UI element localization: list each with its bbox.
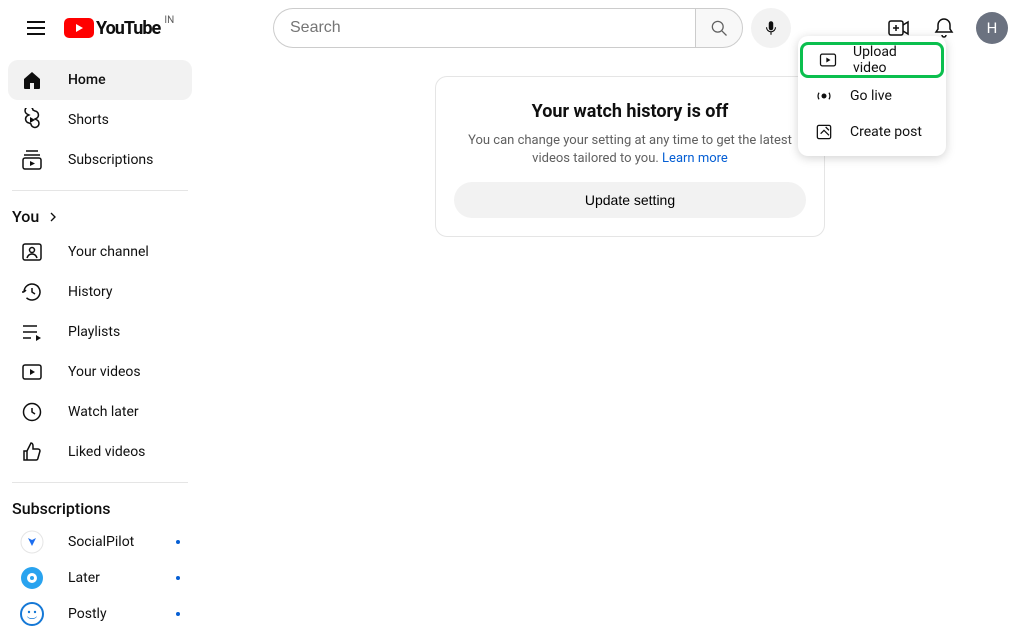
your-videos-icon [20,360,44,384]
subscriptions-icon [20,148,44,172]
sidebar-item-watch-later[interactable]: Watch later [8,392,192,432]
sidebar-item-label: Your channel [68,244,149,260]
sidebar-item-playlists[interactable]: Playlists [8,312,192,352]
sidebar-sub-label: Later [68,570,100,586]
header-center [186,8,878,48]
create-menu: Upload video Go live Create post [798,36,946,156]
header-left: YouTube IN [16,8,186,48]
sidebar-item-your-videos[interactable]: Your videos [8,352,192,392]
sidebar-item-label: Subscriptions [68,152,153,168]
watch-history-desc-text: You can change your setting at any time … [468,133,792,166]
channel-avatar-icon [20,602,44,626]
sidebar-item-label: Shorts [68,112,109,128]
sidebar-item-label: History [68,284,113,300]
youtube-wordmark: YouTube [96,18,160,39]
create-menu-create-post[interactable]: Create post [798,114,946,150]
liked-videos-icon [20,440,44,464]
create-menu-label: Upload video [853,44,927,76]
search-input[interactable] [273,8,695,48]
shorts-icon [20,108,44,132]
update-setting-button[interactable]: Update setting [454,182,806,218]
sidebar-item-liked-videos[interactable]: Liked videos [8,432,192,472]
create-menu-upload-video[interactable]: Upload video [800,42,944,78]
sidebar-item-label: Playlists [68,324,120,340]
sidebar-item-label: Watch later [68,404,139,420]
create-menu-label: Create post [850,124,922,140]
watch-history-card: Your watch history is off You can change… [435,76,825,237]
upload-video-icon [817,48,839,72]
playlists-icon [20,320,44,344]
sidebar-sub-postly[interactable]: Postly [8,596,192,632]
youtube-logo[interactable]: YouTube IN [64,18,160,39]
sidebar-item-history[interactable]: History [8,272,192,312]
sidebar-divider [12,190,188,191]
sidebar-divider [12,482,188,483]
sidebar-item-label: Home [68,72,106,88]
sidebar-sub-later[interactable]: Later [8,560,192,596]
watch-later-icon [20,400,44,424]
sidebar-item-label: Liked videos [68,444,145,460]
new-content-dot [176,576,180,580]
create-menu-go-live[interactable]: Go live [798,78,946,114]
country-code: IN [164,15,174,26]
sidebar: Home Shorts Subscriptions You Your chann… [0,56,200,632]
new-content-dot [176,540,180,544]
your-channel-icon [20,240,44,264]
sidebar-item-your-channel[interactable]: Your channel [8,232,192,272]
chevron-right-icon [45,209,61,225]
create-menu-label: Go live [850,88,892,104]
go-live-icon [812,84,836,108]
search-box [273,8,743,48]
voice-search-button[interactable] [751,8,791,48]
create-post-icon [812,120,836,144]
watch-history-title: Your watch history is off [454,101,806,122]
hamburger-menu-button[interactable] [16,8,56,48]
sidebar-item-home[interactable]: Home [8,60,192,100]
sidebar-heading-label: You [12,207,39,226]
sidebar-sub-label: SocialPilot [68,534,134,550]
avatar[interactable]: H [976,12,1008,44]
channel-avatar-icon [20,530,44,554]
sidebar-sub-socialpilot[interactable]: SocialPilot [8,524,192,560]
sidebar-you-heading[interactable]: You [8,201,192,232]
search-button[interactable] [695,8,743,48]
microphone-icon [762,19,780,37]
watch-history-description: You can change your setting at any time … [454,132,806,168]
learn-more-link[interactable]: Learn more [662,151,728,166]
channel-avatar-icon [20,566,44,590]
search-icon [709,18,729,38]
sidebar-subs-heading: Subscriptions [8,493,192,524]
sidebar-sub-label: Postly [68,606,107,622]
history-icon [20,280,44,304]
home-icon [20,68,44,92]
sidebar-item-shorts[interactable]: Shorts [8,100,192,140]
youtube-play-icon [64,18,94,38]
sidebar-item-label: Your videos [68,364,141,380]
sidebar-item-subscriptions[interactable]: Subscriptions [8,140,192,180]
new-content-dot [176,612,180,616]
hamburger-icon [24,16,48,40]
